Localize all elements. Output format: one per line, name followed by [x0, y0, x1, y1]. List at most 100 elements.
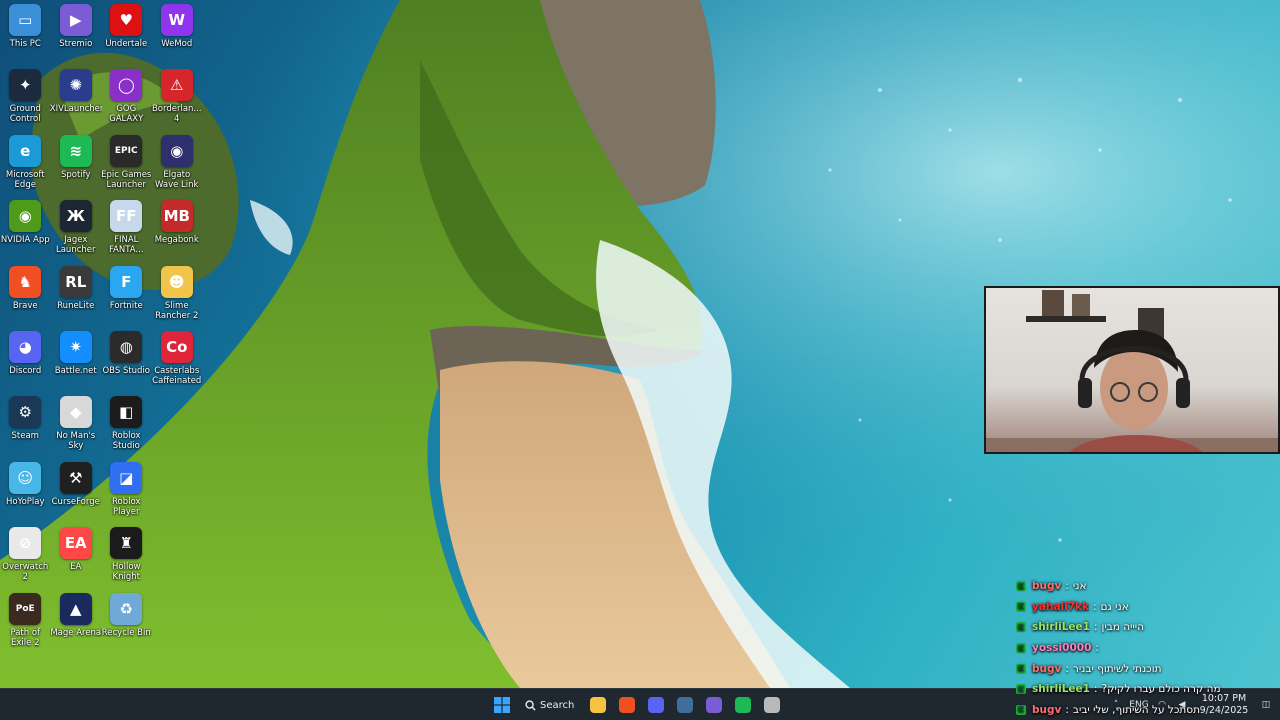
desktop-icon-nvidia[interactable]: ◉ NVIDIA App [0, 196, 51, 261]
taskbar-app-brave[interactable] [615, 693, 639, 717]
roblox-player-icon: ◪ [110, 461, 143, 494]
desktop-icon-slime-rancher[interactable]: ☻ Slime Rancher 2 [152, 262, 203, 327]
desktop-icon-stremio[interactable]: ▶ Stremio [51, 0, 102, 65]
desktop-icon-jagex[interactable]: Ж Jagex Launcher [51, 196, 102, 261]
desktop-icon-label: Brave [12, 300, 38, 311]
webcam-overlay [984, 286, 1280, 454]
battlenet-icon: ✷ [59, 330, 92, 363]
discord-icon [648, 697, 664, 713]
desktop-icon-megabonk[interactable]: MB Megabonk [152, 196, 203, 261]
desktop-icon-hollow-knight[interactable]: ♜ Hollow Knight [101, 523, 152, 588]
desktop-icon-casterlabs[interactable]: Co Casterlabs Caffeinated [152, 327, 203, 392]
desktop-icon-fortnite[interactable]: F Fortnite [101, 262, 152, 327]
desktop-icon-label: Megabonk [154, 235, 199, 246]
nvidia-icon: ◉ [9, 200, 42, 233]
taskbar-app-steam[interactable] [673, 693, 697, 717]
desktop-icon-mage-arena[interactable]: ▲ Mage Arena [50, 589, 101, 654]
taskbar-app-obs-studio[interactable] [760, 693, 784, 717]
desktop-icon-edge[interactable]: e Microsoft Edge [0, 131, 51, 196]
desktop-icon-label: Recycle Bin [101, 627, 151, 638]
taskbar-app-stremio[interactable] [702, 693, 726, 717]
folder-icon [590, 697, 606, 713]
desktop-icon-epic-games[interactable]: EPIC Epic Games Launcher [101, 131, 152, 196]
desktop-icon-brave[interactable]: ♞ Brave [0, 262, 51, 327]
start-button[interactable] [490, 693, 514, 717]
desktop-icon-label: Stremio [59, 39, 93, 49]
desktop-icon-runelite[interactable]: RL RuneLite [51, 262, 102, 327]
chat-separator: : [1065, 703, 1069, 716]
ground-control-icon: ✦ [9, 69, 42, 102]
desktop-icon-recycle-bin[interactable]: ♻ Recycle Bin [101, 589, 152, 654]
desktop-icon-label: Casterlabs Caffeinated [152, 365, 202, 386]
desktop-icon-hoyoplay[interactable]: ☺ HoYoPlay [0, 458, 51, 523]
taskbar-app-spotify[interactable] [731, 693, 755, 717]
desktop-icon-discord[interactable]: ◕ Discord [0, 327, 51, 392]
chat-message: Kbugv: תסתכל על השיתוף, שלי יביב [1012, 700, 1280, 720]
kick-badge-icon: K [1016, 622, 1026, 633]
spotify-icon: ≋ [59, 134, 92, 167]
desktop-icon-ground-control[interactable]: ✦ Ground Control [0, 65, 51, 130]
desktop-icon-label: RuneLite [57, 300, 95, 311]
desktop-icon-label: Slime Rancher 2 [155, 300, 199, 321]
taskbar-pinned-apps [586, 693, 784, 717]
desktop-icon-steam[interactable]: ⚙ Steam [0, 392, 51, 457]
desktop-icon-label: Undertale [105, 39, 148, 49]
desktop-icon-label: Roblox Studio [112, 431, 141, 452]
desktop-icon-elgato-wave[interactable]: ◉ Elgato Wave Link [152, 131, 203, 196]
chat-text: מה קרה כולם עברו לקיק? [1101, 683, 1221, 696]
taskbar-center: Search [490, 689, 784, 720]
desktop-icon-borderlands[interactable]: ⚠ Borderlan... 4 [152, 65, 203, 130]
chat-text: אני גם [1100, 600, 1129, 613]
ea-icon: EA [59, 527, 92, 560]
final-fantasy-icon: FF [110, 200, 143, 233]
desktop-icon-path-of-exile[interactable]: PoE Path of Exile 2 [0, 589, 51, 654]
desktop-icon-grid: ▭ This PC ✦ Ground Control e Microsoft Edge ◉ N… [0, 0, 210, 688]
desktop-icon-ea[interactable]: EA EA [51, 523, 102, 588]
desktop-icon-label: Elgato Wave Link [155, 169, 199, 190]
chat-message: Kbugv: תוכנתי לשיתוף יבניר [1012, 658, 1280, 679]
chat-username: yahali7kk [1032, 600, 1089, 613]
chat-text: תסתכל על השיתוף, שלי יביב [1072, 703, 1200, 716]
desktop-icon-label: GOG GALAXY [109, 104, 144, 125]
obs-icon [764, 697, 780, 713]
no-mans-sky-icon: ◆ [59, 396, 92, 429]
desktop-icon-label: HoYoPlay [5, 496, 45, 507]
desktop-icon-spotify[interactable]: ≋ Spotify [51, 131, 102, 196]
desktop-icon-roblox-player[interactable]: ◪ Roblox Player [101, 458, 152, 523]
desktop-icon-curseforge[interactable]: ⚒ CurseForge [51, 458, 102, 523]
wemod-icon: W [160, 4, 193, 36]
desktop-icon-gog-galaxy[interactable]: ◯ GOG GALAXY [101, 65, 152, 130]
chat-separator: : [1095, 642, 1099, 655]
chat-username: bugv [1032, 662, 1062, 675]
search-label: Search [540, 699, 575, 711]
chat-text: אני [1072, 580, 1087, 593]
chat-separator: : [1093, 683, 1098, 696]
search-icon [525, 699, 536, 711]
desktop-icon-label: Battle.net [54, 365, 97, 376]
desktop-icon-label: NVIDIA App [0, 235, 50, 246]
desktop-icon-wemod[interactable]: W WeMod [152, 0, 203, 65]
windows-logo-icon [494, 697, 510, 713]
desktop-icon-obs[interactable]: ◍ OBS Studio [101, 327, 152, 392]
desktop-icon-label: This PC [9, 39, 41, 49]
desktop-icon-xivlauncher[interactable]: ✺ XIVLauncher [50, 65, 102, 130]
chat-username: shirliLee1 [1032, 621, 1090, 634]
desktop-icon-monitor[interactable]: ▭ This PC [0, 0, 51, 65]
taskbar-search-button[interactable]: Search [519, 693, 581, 717]
desktop-icon-label: Jagex Launcher [55, 235, 96, 256]
desktop-icon-overwatch[interactable]: ⊘ Overwatch 2 [0, 523, 51, 588]
curseforge-icon: ⚒ [59, 461, 92, 494]
taskbar-app-discord[interactable] [644, 693, 668, 717]
elgato-wave-icon: ◉ [160, 134, 193, 167]
chat-separator: : [1065, 662, 1069, 675]
desktop-icon-roblox-studio[interactable]: ◧ Roblox Studio [101, 392, 152, 457]
chat-username: bugv [1032, 580, 1062, 593]
desktop-icon-label: Fortnite [109, 300, 143, 311]
taskbar-app-file-explorer[interactable] [586, 693, 610, 717]
recycle-bin-icon: ♻ [110, 592, 143, 625]
desktop-icon-battlenet[interactable]: ✷ Battle.net [51, 327, 102, 392]
chat-username: shirliLee1 [1032, 683, 1090, 696]
desktop-icon-final-fantasy[interactable]: FF FINAL FANTA... [101, 196, 152, 261]
desktop-icon-no-mans-sky[interactable]: ◆ No Man's Sky [51, 392, 102, 457]
desktop-icon-undertale[interactable]: ♥ Undertale [101, 0, 152, 65]
